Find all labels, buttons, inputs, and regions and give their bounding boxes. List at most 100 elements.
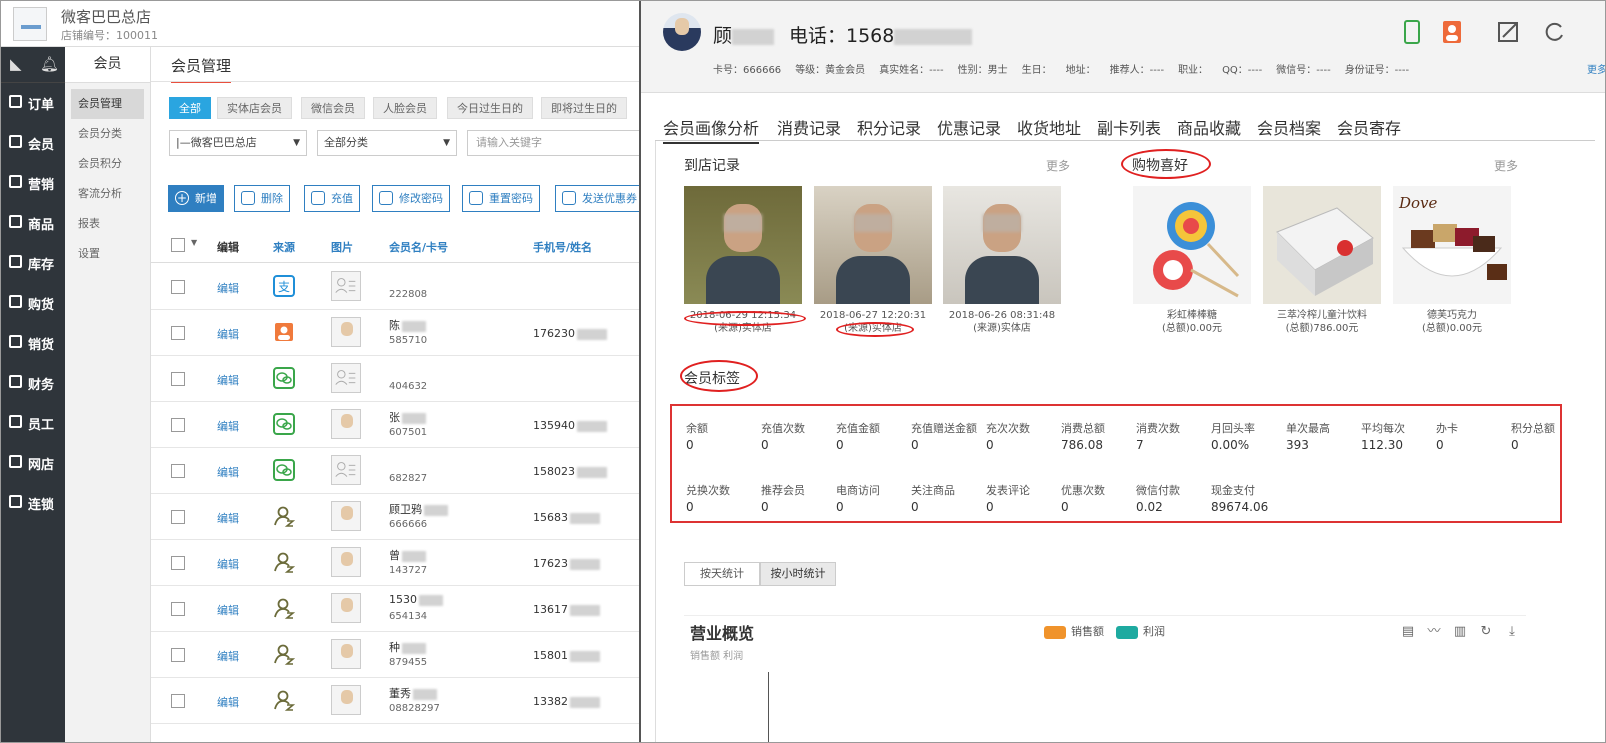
tab-member-detail-1[interactable]: 消费记录 <box>777 115 841 139</box>
tab-member-detail-4[interactable]: 收货地址 <box>1017 115 1081 139</box>
face-recognition-icon[interactable] <box>1441 19 1463 45</box>
restore-icon[interactable]: ↻ <box>1478 624 1494 640</box>
line-chart-icon[interactable]: 〰 <box>1426 624 1442 640</box>
row-checkbox[interactable] <box>171 464 185 478</box>
tab-member-detail-0[interactable]: 会员画像分析 <box>663 115 760 144</box>
visit-records-more[interactable]: 更多 <box>1046 157 1070 174</box>
legend-sales[interactable]: 销售额 <box>1044 623 1104 639</box>
shopping-preference-more[interactable]: 更多 <box>1494 157 1518 174</box>
member-phone-text: 15683 <box>533 511 568 524</box>
tab-member-detail-8[interactable]: 会员寄存 <box>1337 115 1401 139</box>
chevron-down-icon[interactable]: ▼ <box>191 238 197 247</box>
nav-item-3[interactable]: 商品 <box>1 203 65 243</box>
row-checkbox[interactable] <box>171 510 185 524</box>
visit-photo[interactable] <box>814 186 932 304</box>
reset-password-button[interactable]: 重置密码 <box>462 185 540 212</box>
nav-item-10[interactable]: 连锁 <box>1 483 65 523</box>
tablet-icon[interactable] <box>1401 19 1423 45</box>
column-name-card[interactable]: 会员名/卡号 <box>389 239 448 255</box>
edit-icon[interactable] <box>1497 19 1519 45</box>
member-phone: 13382 <box>533 695 600 708</box>
row-checkbox[interactable] <box>171 648 185 662</box>
download-icon[interactable]: ⤓ <box>1504 624 1520 640</box>
avatar <box>663 13 701 51</box>
megaphone-icon[interactable]: ◣ <box>10 55 22 73</box>
edit-link[interactable]: 编辑 <box>217 326 239 342</box>
filter-tab-all[interactable]: 全部 <box>169 97 211 119</box>
column-phone-name[interactable]: 手机号/姓名 <box>533 239 592 255</box>
nav-item-2[interactable]: 营销 <box>1 163 65 203</box>
tab-member-detail-5[interactable]: 副卡列表 <box>1097 115 1161 139</box>
subnav-item-settings[interactable]: 设置 <box>65 239 150 269</box>
row-checkbox[interactable] <box>171 694 185 708</box>
nav-item-7[interactable]: 财务 <box>1 363 65 403</box>
tab-member-detail-6[interactable]: 商品收藏 <box>1177 115 1241 139</box>
subnav-item-member-category[interactable]: 会员分类 <box>65 119 150 149</box>
tab-daily-stats[interactable]: 按天统计 <box>684 562 760 586</box>
filter-tab-wechat-member[interactable]: 微信会员 <box>301 97 365 119</box>
row-checkbox[interactable] <box>171 418 185 432</box>
edit-link[interactable]: 编辑 <box>217 556 239 572</box>
select-all-checkbox[interactable] <box>171 238 185 252</box>
row-checkbox[interactable] <box>171 372 185 386</box>
delete-button[interactable]: 删除 <box>234 185 290 212</box>
subnav-item-traffic-analysis[interactable]: 客流分析 <box>65 179 150 209</box>
edit-link[interactable]: 编辑 <box>217 694 239 710</box>
row-checkbox[interactable] <box>171 326 185 340</box>
change-password-button[interactable]: 修改密码 <box>372 185 450 212</box>
nav-item-4[interactable]: 库存 <box>1 243 65 283</box>
filter-tab-birthday-today[interactable]: 今日过生日的 <box>447 97 533 119</box>
nav-top-icons: ◣ 🔔︎ <box>1 47 65 83</box>
edit-link[interactable]: 编辑 <box>217 280 239 296</box>
visit-photo[interactable] <box>943 186 1061 304</box>
nav-item-8[interactable]: 员工 <box>1 403 65 443</box>
legend-profit[interactable]: 利润 <box>1116 623 1165 639</box>
search-input[interactable]: 请输入关键字 <box>467 130 651 156</box>
nav-item-9[interactable]: 网店 <box>1 443 65 483</box>
product-image[interactable]: Dove <box>1393 186 1511 304</box>
nav-item-0[interactable]: 订单 <box>1 83 65 123</box>
row-checkbox[interactable] <box>171 280 185 294</box>
recharge-button[interactable]: 充值 <box>304 185 360 212</box>
plus-icon: + <box>175 191 189 205</box>
member-card-no: 222808 <box>389 289 428 300</box>
tab-hourly-stats[interactable]: 按小时统计 <box>760 562 836 586</box>
filter-tab-face-member[interactable]: 人脸会员 <box>373 97 437 119</box>
product-icon <box>9 215 22 228</box>
nav-item-1[interactable]: 会员 <box>1 123 65 163</box>
store-select[interactable]: |—微客巴巴总店 ▼ <box>169 130 307 156</box>
data-view-icon[interactable]: ▤ <box>1400 624 1416 640</box>
filter-tab-birthday-soon[interactable]: 即将过生日的 <box>541 97 627 119</box>
nav-item-5[interactable]: 购货 <box>1 283 65 323</box>
category-select[interactable]: 全部分类 ▼ <box>317 130 457 156</box>
legend-sales-label: 销售额 <box>1071 625 1104 638</box>
edit-link[interactable]: 编辑 <box>217 648 239 664</box>
send-coupon-button[interactable]: 发送优惠券 <box>555 185 644 212</box>
nav-item-6[interactable]: 销货 <box>1 323 65 363</box>
edit-link[interactable]: 编辑 <box>217 418 239 434</box>
tab-member-detail-7[interactable]: 会员档案 <box>1257 115 1321 139</box>
edit-link[interactable]: 编辑 <box>217 464 239 480</box>
edit-link[interactable]: 编辑 <box>217 510 239 526</box>
tab-member-detail-2[interactable]: 积分记录 <box>857 115 921 139</box>
more-info-link[interactable]: 更多 <box>1587 61 1605 76</box>
row-checkbox[interactable] <box>171 556 185 570</box>
subnav-item-member-management[interactable]: 会员管理 <box>71 89 144 119</box>
bar-chart-icon[interactable]: ▥ <box>1452 624 1468 640</box>
filter-tab-store-member[interactable]: 实体店会员 <box>217 97 292 119</box>
tab-member-detail-3[interactable]: 优惠记录 <box>937 115 1001 139</box>
member-name: 顾 <box>713 21 775 48</box>
column-source[interactable]: 来源 <box>273 239 295 255</box>
edit-link[interactable]: 编辑 <box>217 602 239 618</box>
product-image[interactable] <box>1263 186 1381 304</box>
bell-icon[interactable]: 🔔︎ <box>40 55 59 73</box>
row-checkbox[interactable] <box>171 602 185 616</box>
add-member-button[interactable]: + 新增 <box>168 185 224 212</box>
refresh-icon[interactable] <box>1543 19 1565 45</box>
product-image[interactable] <box>1133 186 1251 304</box>
edit-link[interactable]: 编辑 <box>217 372 239 388</box>
member-info-field: 推荐人：---- <box>1109 65 1165 76</box>
subnav-item-reports[interactable]: 报表 <box>65 209 150 239</box>
subnav-item-member-points[interactable]: 会员积分 <box>65 149 150 179</box>
visit-photo[interactable] <box>684 186 802 304</box>
